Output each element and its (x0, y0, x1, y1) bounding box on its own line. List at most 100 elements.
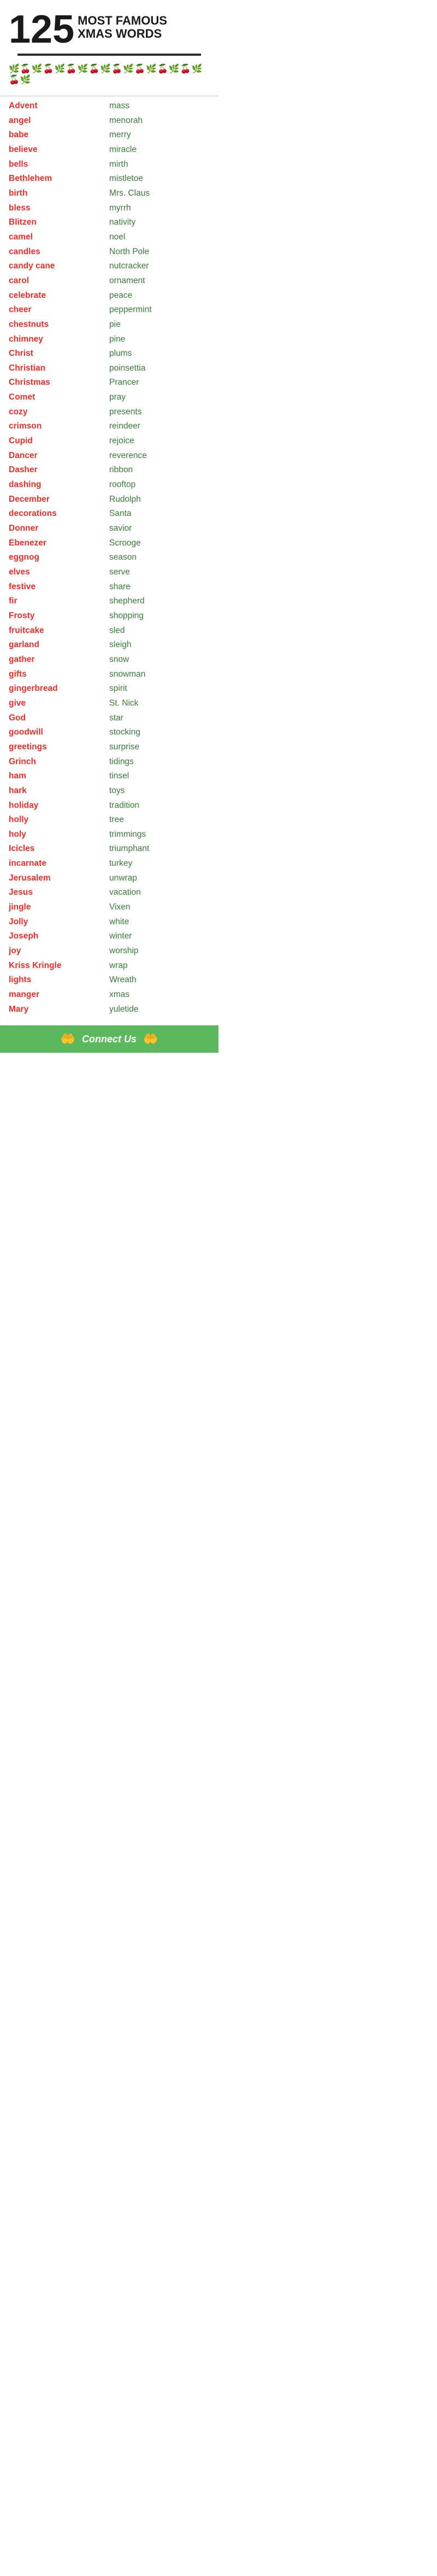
list-item: shopping (109, 609, 210, 624)
list-item: festive (9, 580, 109, 595)
list-item: peace (109, 289, 210, 303)
list-item: celebrate (9, 289, 109, 303)
header-text: MOST FAMOUS XMAS WORDS (78, 10, 167, 40)
list-item: jingle (9, 900, 109, 915)
list-item: pie (109, 318, 210, 332)
list-item: gifts (9, 667, 109, 682)
list-item: bless (9, 201, 109, 216)
list-item: fir (9, 594, 109, 609)
list-item: holy (9, 828, 109, 842)
list-item: bells (9, 157, 109, 172)
list-item: Scrooge (109, 536, 210, 551)
footer-left-icon: 🤲 (61, 1032, 75, 1046)
header: 125 MOST FAMOUS XMAS WORDS 🌿🍒🌿🍒🌿🍒🌿🍒🌿🍒🌿🍒🌿… (0, 0, 218, 97)
list-item: Kriss Kringle (9, 959, 109, 973)
header-number: 125 (9, 10, 74, 49)
list-item: greetings (9, 740, 109, 755)
header-line1: MOST FAMOUS (78, 14, 167, 27)
list-item: Dasher (9, 463, 109, 478)
list-item: rooftop (109, 478, 210, 492)
list-item: noel (109, 230, 210, 245)
list-item: Prancer (109, 375, 210, 390)
list-item: Advent (9, 99, 109, 114)
list-item: toys (109, 784, 210, 799)
list-item: tree (109, 813, 210, 828)
list-item: Vixen (109, 900, 210, 915)
list-item: God (9, 711, 109, 726)
list-item: chestnuts (9, 318, 109, 332)
list-item: sled (109, 624, 210, 638)
list-item: spirit (109, 682, 210, 696)
list-item: Rudolph (109, 492, 210, 507)
list-item: Mary (9, 1002, 109, 1017)
list-item: give (9, 696, 109, 711)
list-item: Jerusalem (9, 871, 109, 886)
list-item: winter (109, 929, 210, 944)
list-item: Cupid (9, 434, 109, 449)
list-item: sleigh (109, 638, 210, 653)
list-item: miracle (109, 143, 210, 157)
list-item: merry (109, 128, 210, 143)
list-item: ribbon (109, 463, 210, 478)
list-item: plums (109, 347, 210, 361)
list-item: star (109, 711, 210, 726)
list-item: holly (9, 813, 109, 828)
list-item: Bethlehem (9, 172, 109, 186)
list-item: chimney (9, 332, 109, 347)
list-item: white (109, 915, 210, 930)
right-column: massmenorahmerrymiraclemirthmistletoeMrs… (109, 99, 210, 1017)
list-item: triumphant (109, 842, 210, 856)
list-item: Jesus (9, 885, 109, 900)
list-item: believe (9, 143, 109, 157)
list-item: Christian (9, 361, 109, 376)
list-item: decorations (9, 507, 109, 521)
list-item: goodwill (9, 725, 109, 740)
list-item: crimson (9, 419, 109, 434)
list-item: camel (9, 230, 109, 245)
footer: 🤲 Connect Us 🤲 (0, 1025, 218, 1053)
list-item: fruitcake (9, 624, 109, 638)
list-item: Christmas (9, 375, 109, 390)
header-title: 125 MOST FAMOUS XMAS WORDS (9, 10, 210, 49)
list-item: Comet (9, 390, 109, 405)
list-item: presents (109, 405, 210, 420)
list-item: gingerbread (9, 682, 109, 696)
list-item: wrap (109, 959, 210, 973)
list-item: St. Nick (109, 696, 210, 711)
list-item: Donner (9, 521, 109, 536)
list-item: Icicles (9, 842, 109, 856)
list-item: mirth (109, 157, 210, 172)
list-item: snow (109, 653, 210, 667)
list-item: Jolly (9, 915, 109, 930)
page-wrapper: 125 MOST FAMOUS XMAS WORDS 🌿🍒🌿🍒🌿🍒🌿🍒🌿🍒🌿🍒🌿… (0, 0, 218, 1053)
list-item: yuletide (109, 1002, 210, 1017)
footer-text: Connect Us (82, 1034, 137, 1045)
list-item: Mrs. Claus (109, 186, 210, 201)
list-item: angel (9, 114, 109, 128)
divider-bar (17, 54, 201, 56)
list-item: North Pole (109, 245, 210, 260)
list-item: babe (9, 128, 109, 143)
list-item: joy (9, 944, 109, 959)
list-item: stocking (109, 725, 210, 740)
holly-decoration: 🌿🍒🌿🍒🌿🍒🌿🍒🌿🍒🌿🍒🌿🍒🌿🍒🌿🍒🌿 (9, 60, 210, 91)
list-item: candles (9, 245, 109, 260)
list-item: pine (109, 332, 210, 347)
list-item: pray (109, 390, 210, 405)
list-item: Frosty (9, 609, 109, 624)
list-item: lights (9, 973, 109, 988)
list-item: tradition (109, 799, 210, 813)
list-item: elves (9, 565, 109, 580)
list-item: poinsettia (109, 361, 210, 376)
list-item: cheer (9, 303, 109, 318)
list-item: Santa (109, 507, 210, 521)
list-item: myrrh (109, 201, 210, 216)
list-item: manger (9, 988, 109, 1002)
list-item: trimmings (109, 828, 210, 842)
list-item: serve (109, 565, 210, 580)
list-item: nutcracker (109, 259, 210, 274)
list-item: turkey (109, 856, 210, 871)
list-item: worship (109, 944, 210, 959)
list-item: Christ (9, 347, 109, 361)
list-item: ornament (109, 274, 210, 289)
